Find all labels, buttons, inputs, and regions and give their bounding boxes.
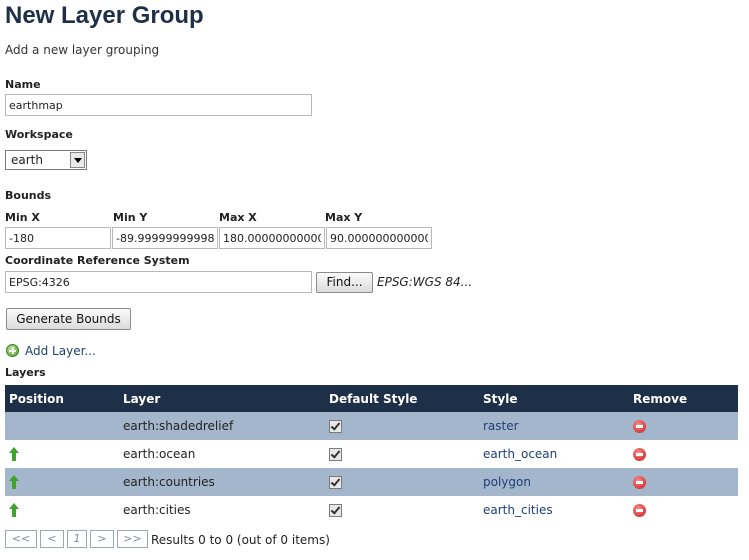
style-link[interactable]: raster [483,419,519,433]
remove-icon[interactable] [633,420,646,433]
table-row: earth:ocean earth_ocean [5,440,738,468]
position-cell [5,412,119,440]
workspace-label: Workspace [5,128,73,141]
style-link[interactable]: polygon [483,475,531,489]
add-icon [6,344,19,357]
pager-page-button[interactable]: 1 [67,530,87,548]
page-subtitle: Add a new layer grouping [5,43,160,57]
page-title: New Layer Group [5,2,204,29]
move-up-icon[interactable] [9,447,19,462]
bounds-label: Bounds [5,189,52,202]
default-style-cell [325,412,479,440]
workspace-select-value: earth [11,153,43,167]
table-header-row: Position Layer Default Style Style Remov… [5,385,738,412]
layers-label: Layers [5,366,46,379]
pager-prev-button[interactable]: < [40,530,64,548]
minx-input[interactable] [5,227,111,249]
maxy-input[interactable] [326,227,432,249]
pager-last-button[interactable]: >> [117,530,148,548]
layers-table: Position Layer Default Style Style Remov… [5,385,738,524]
remove-icon[interactable] [633,448,646,461]
layer-name: earth:ocean [119,440,325,468]
table-row: earth:cities earth_cities [5,496,738,524]
layer-name: earth:cities [119,496,325,524]
pager-results: Results 0 to 0 (out of 0 items) [151,533,330,547]
column-header-style: Style [479,385,629,412]
pager-first-button[interactable]: << [5,530,37,548]
style-link[interactable]: earth_cities [483,503,553,517]
column-header-layer: Layer [119,385,325,412]
workspace-select[interactable]: earth [5,150,87,170]
move-up-icon[interactable] [9,503,19,518]
maxx-label: Max X [219,211,257,224]
default-style-checkbox[interactable] [329,448,342,461]
crs-input[interactable] [5,271,312,293]
default-style-checkbox[interactable] [329,476,342,489]
default-style-checkbox[interactable] [329,504,342,517]
move-up-icon[interactable] [9,475,19,490]
miny-input[interactable] [112,227,218,249]
crs-label: Coordinate Reference System [5,254,190,267]
default-style-checkbox[interactable] [329,420,342,433]
pager-next-button[interactable]: > [90,530,114,548]
add-layer-label[interactable]: Add Layer... [25,344,96,358]
column-header-remove: Remove [629,385,738,412]
chevron-down-icon[interactable] [70,152,85,168]
remove-icon[interactable] [633,504,646,517]
find-button[interactable]: Find... [316,272,373,293]
generate-bounds-button[interactable]: Generate Bounds [6,308,131,330]
table-row: earth:countries polygon [5,468,738,496]
crs-name: EPSG:WGS 84... [377,275,473,289]
miny-label: Min Y [113,211,148,224]
column-header-default-style: Default Style [325,385,479,412]
column-header-position: Position [5,385,119,412]
minx-label: Min X [5,211,40,224]
style-link[interactable]: earth_ocean [483,447,557,461]
name-label: Name [5,78,41,91]
name-input[interactable] [5,94,312,116]
remove-icon[interactable] [633,476,646,489]
maxx-input[interactable] [219,227,325,249]
layer-name: earth:shadedrelief [119,412,325,440]
table-row: earth:shadedrelief raster [5,412,738,440]
maxy-label: Max Y [325,211,363,224]
layer-name: earth:countries [119,468,325,496]
